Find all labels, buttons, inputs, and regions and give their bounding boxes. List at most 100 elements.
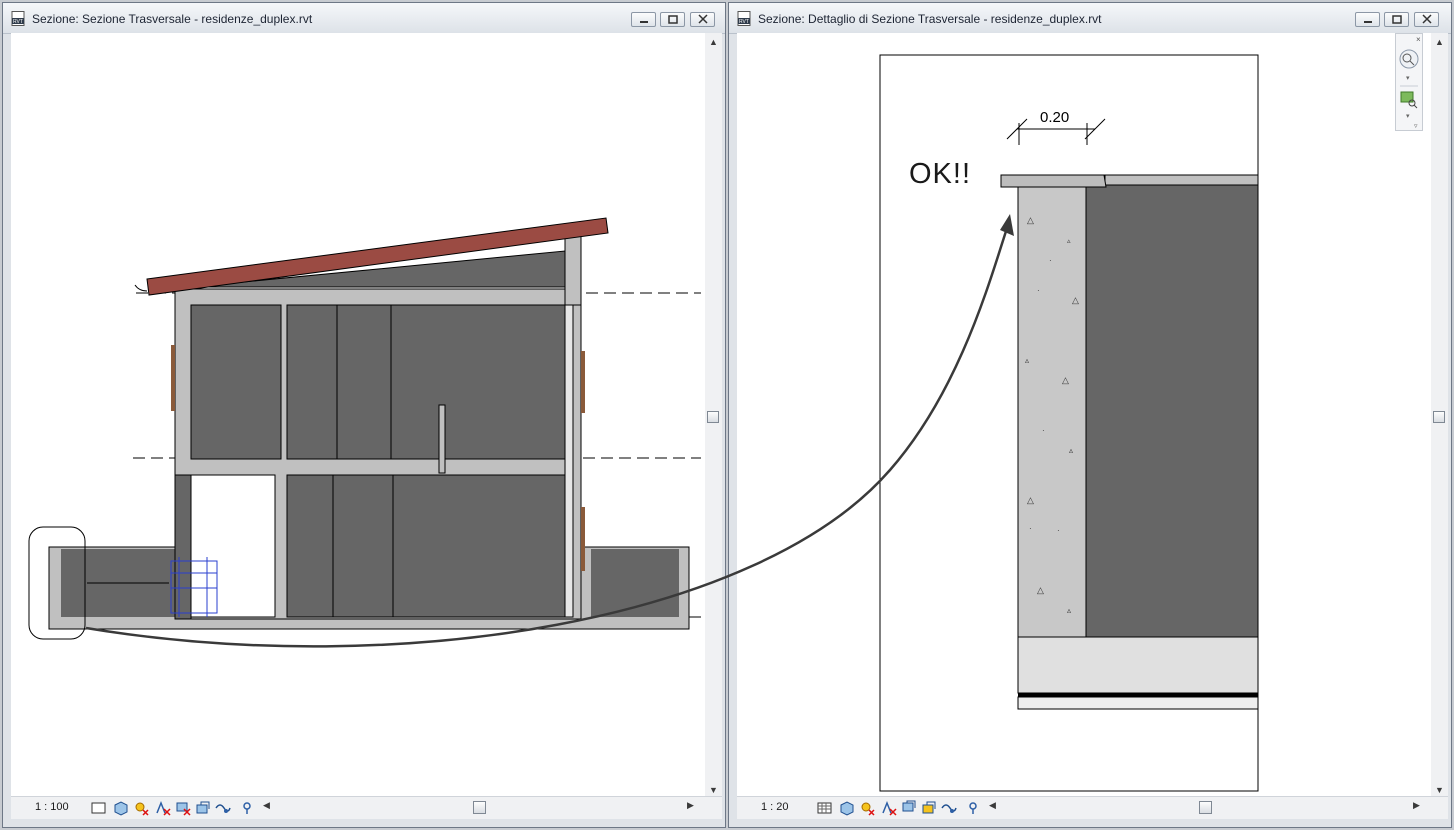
column-left (174, 474, 192, 620)
svg-text:▿: ▿ (1414, 123, 1418, 130)
drawing-canvas[interactable]: △ ▵ · △ ▵ △ · ▵ △ · △ ▵ · · 0.20 OK!! (737, 33, 1433, 799)
temporary-hide-icon[interactable] (175, 800, 191, 816)
analysis-icon[interactable] (215, 800, 231, 816)
base-layer-3 (1017, 696, 1259, 710)
lower-room (286, 474, 566, 618)
analysis-icon[interactable] (941, 800, 957, 816)
svg-text:·: · (1029, 524, 1032, 533)
shutter-right-1 (581, 351, 585, 413)
maximize-icon (667, 15, 678, 24)
svg-text:RVT: RVT (739, 19, 749, 25)
hide-element-icon[interactable] (155, 800, 171, 816)
scroll-thumb[interactable] (707, 411, 719, 423)
view-control-bar: 1 : 100 ◀ ▶ (11, 796, 722, 819)
navigation-wheel-icon (1399, 49, 1419, 69)
window-frame (564, 304, 574, 618)
close-button[interactable] (690, 12, 715, 27)
reveal-hidden-icon[interactable] (921, 800, 937, 816)
navigation-bar: × ▾ ▾ ▿ (1395, 33, 1423, 131)
chimney-wall (564, 232, 582, 306)
vertical-scrollbar[interactable]: ▲ ▼ (705, 33, 722, 799)
section-drawing (28, 217, 701, 640)
scroll-left-icon[interactable]: ◀ (989, 800, 996, 811)
window-title: Sezione: Sezione Trasversale - residenze… (32, 12, 313, 26)
svg-text:·: · (1057, 526, 1060, 535)
hide-element-icon[interactable] (881, 800, 897, 816)
svg-text:RVT: RVT (13, 19, 23, 25)
sun-path-icon[interactable] (859, 800, 875, 816)
reveal-hidden-icon[interactable] (195, 800, 211, 816)
room-fill (1085, 184, 1259, 638)
title-bar[interactable]: RVT Sezione: Dettaglio di Sezione Trasve… (729, 3, 1451, 34)
svg-text:·: · (1037, 286, 1040, 295)
annotation-text[interactable]: OK!! (909, 158, 971, 191)
svg-text:△: △ (1027, 495, 1034, 505)
pin-icon[interactable] (965, 800, 981, 816)
svg-text:▵: ▵ (1069, 446, 1073, 455)
close-button[interactable] (1414, 12, 1439, 27)
svg-text:▾: ▾ (1406, 113, 1410, 120)
horizontal-scroll-thumb[interactable] (1199, 801, 1212, 814)
navigation-bar-icons: × ▾ ▾ ▿ (1399, 35, 1421, 130)
upper-room-a (190, 304, 282, 460)
temporary-hide-icon[interactable] (901, 800, 917, 816)
scroll-down-icon[interactable]: ▼ (705, 783, 722, 797)
horizontal-scroll-thumb[interactable] (473, 801, 486, 814)
view-control-bar: 1 : 20 ◀ ▶ (737, 796, 1448, 819)
floor-finish (1104, 174, 1259, 186)
svg-text:·: · (1049, 256, 1052, 265)
drawing-canvas[interactable] (11, 33, 707, 799)
scroll-left-icon[interactable]: ◀ (263, 800, 270, 811)
svg-text:△: △ (1027, 215, 1034, 225)
maximize-button[interactable] (660, 12, 685, 27)
scroll-right-icon[interactable]: ▶ (687, 800, 694, 811)
maximize-icon (1391, 15, 1402, 24)
close-icon: × (1416, 35, 1421, 44)
coping-cap (1000, 174, 1107, 188)
section-view-window: RVT Sezione: Sezione Trasversale - resid… (2, 2, 726, 828)
vertical-scrollbar[interactable]: ▲ ▼ (1431, 33, 1448, 799)
scroll-thumb[interactable] (1433, 411, 1445, 423)
maximize-button[interactable] (1384, 12, 1409, 27)
view-scale[interactable]: 1 : 100 (35, 801, 69, 813)
crop-region-icon[interactable] (91, 800, 107, 816)
minimize-button[interactable] (1355, 12, 1380, 27)
3d-box-icon[interactable] (839, 800, 855, 816)
minimize-button[interactable] (631, 12, 656, 27)
concrete-wall (1017, 180, 1087, 638)
pin-icon[interactable] (239, 800, 255, 816)
parapet-wall (438, 404, 446, 474)
basement-space-right (591, 549, 679, 617)
minimize-icon (1363, 21, 1372, 23)
zoom-icon (1400, 91, 1418, 109)
svg-text:▵: ▵ (1025, 356, 1029, 365)
scroll-down-icon[interactable]: ▼ (1431, 783, 1448, 797)
scroll-up-icon[interactable]: ▲ (1431, 35, 1448, 49)
svg-text:△: △ (1072, 295, 1079, 305)
base-layer-1 (1017, 636, 1259, 694)
scroll-right-icon[interactable]: ▶ (1413, 800, 1420, 811)
svg-text:·: · (1042, 426, 1045, 435)
view-scale[interactable]: 1 : 20 (761, 801, 789, 813)
revit-file-icon: RVT (737, 11, 751, 26)
title-bar[interactable]: RVT Sezione: Sezione Trasversale - resid… (3, 3, 725, 34)
close-icon (1421, 14, 1432, 24)
dimension-value: 0.20 (1040, 109, 1070, 126)
svg-text:▵: ▵ (1067, 238, 1071, 245)
svg-text:▾: ▾ (1406, 75, 1410, 82)
svg-text:▵: ▵ (1067, 606, 1071, 615)
detail-drawing: △ ▵ · △ ▵ △ · ▵ △ · △ ▵ · · (879, 54, 1259, 792)
svg-text:△: △ (1062, 375, 1069, 385)
detail-level-icon[interactable] (817, 800, 833, 816)
lower-open-space (190, 474, 276, 618)
upper-room-b (286, 304, 566, 460)
3d-box-icon[interactable] (113, 800, 129, 816)
svg-text:△: △ (1037, 585, 1044, 595)
sun-path-icon[interactable] (133, 800, 149, 816)
shutter-right-2 (581, 507, 585, 571)
window-title: Sezione: Dettaglio di Sezione Trasversal… (758, 12, 1102, 26)
scroll-up-icon[interactable]: ▲ (705, 35, 722, 49)
revit-file-icon: RVT (11, 11, 25, 26)
close-icon (697, 14, 708, 24)
minimize-icon (639, 21, 648, 23)
